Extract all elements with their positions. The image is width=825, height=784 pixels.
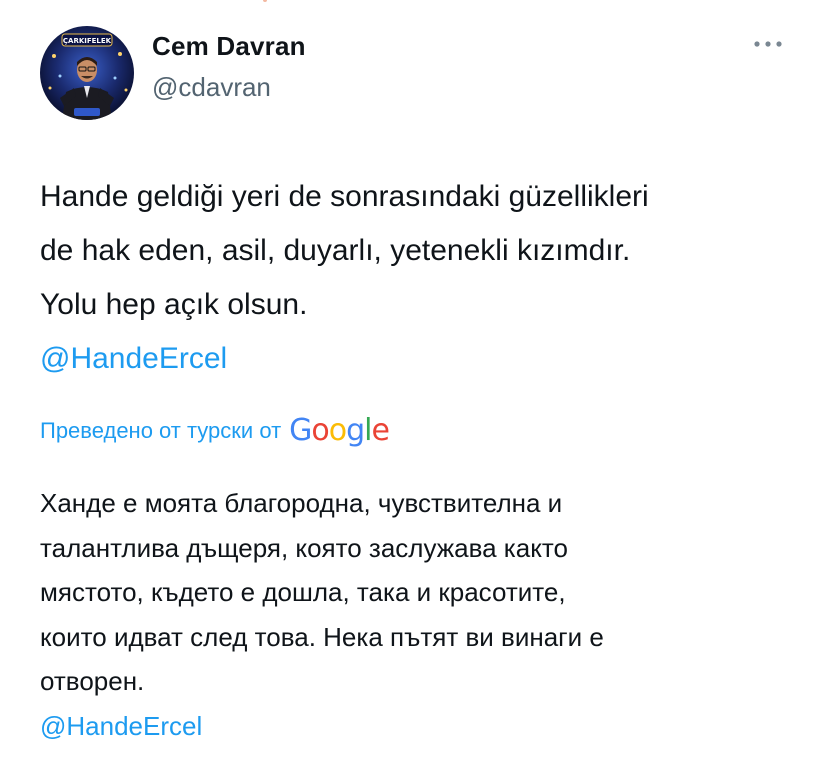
translated-text-line: мястото, където е дошла, така и красотит… [40, 577, 566, 607]
translated-text-line: които идват след това. Нека пътят ви вин… [40, 621, 604, 652]
more-options-button[interactable] [746, 30, 790, 58]
translated-text-line: Ханде е моята благородна, чувствителна и [40, 488, 563, 518]
tweet-text-line: de hak eden, asil, duyarlı, yetenekli kı… [40, 234, 631, 267]
translated-text-line: талантлива дъщеря, която заслужава както [40, 532, 568, 563]
avatar-banner: ÇARKIFELEK [63, 37, 112, 45]
translation-label: Преведено от турски от [40, 418, 282, 443]
mention-link[interactable]: @HandeErcel [40, 332, 800, 386]
translation-attribution[interactable]: Преведено от турски от Google [40, 411, 390, 451]
author-name[interactable]: Cem Davran [152, 31, 306, 62]
author-handle[interactable]: @cdavran [152, 72, 271, 103]
tweet-card: ÇARKIFELEK Cem Davran @cdavran Hande gel… [0, 0, 825, 784]
translated-text: Ханде е моята благородна, чувствителна и… [40, 481, 800, 748]
translated-mention-link[interactable]: @HandeErcel [40, 704, 800, 749]
more-horizontal-icon [753, 35, 783, 53]
tweet-text: Hande geldiği yeri de sonrasındaki güzel… [40, 170, 800, 386]
tweet-text-line: Hande geldiği yeri de sonrasındaki güzel… [40, 180, 649, 213]
translated-text-line: отворен. [40, 666, 145, 696]
google-logo: Google [289, 413, 390, 448]
avatar[interactable]: ÇARKIFELEK [40, 26, 134, 120]
decorative-dot [263, 0, 267, 2]
tweet-text-line: Yolu hep açık olsun. [40, 288, 308, 321]
